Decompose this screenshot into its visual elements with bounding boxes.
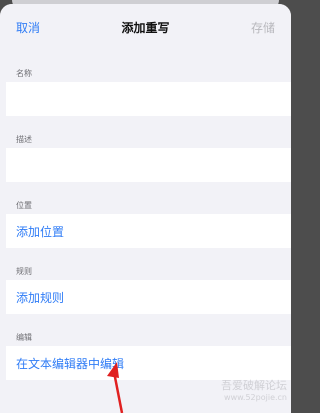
- edit-in-text-editor-button[interactable]: 在文本编辑器中编辑: [6, 346, 291, 380]
- section-label-edit: 编辑: [16, 333, 32, 342]
- page-title: 添加重写: [121, 21, 170, 35]
- section-label-rules: 规则: [16, 267, 32, 276]
- section-label-description: 描述: [16, 135, 32, 144]
- navigation-bar: 取消 添加重写 存储: [0, 4, 291, 50]
- save-button[interactable]: 存储: [251, 19, 275, 36]
- add-rewrite-sheet: 取消 添加重写 存储 名称 描述 位置 添加位置 规则 添加规则 编辑 在文本编…: [0, 4, 291, 413]
- description-field[interactable]: [6, 148, 291, 182]
- section-label-name: 名称: [16, 69, 32, 78]
- annotation-arrow-icon: [107, 362, 124, 413]
- add-rule-button[interactable]: 添加规则: [6, 280, 291, 314]
- watermark: 吾爱破解论坛 www.52pojie.cn: [169, 377, 287, 407]
- section-label-location: 位置: [16, 201, 32, 210]
- add-location-button[interactable]: 添加位置: [6, 214, 291, 248]
- name-field[interactable]: [6, 82, 291, 116]
- watermark-url: www.52pojie.cn: [224, 393, 287, 402]
- watermark-title: 吾爱破解论坛: [221, 379, 287, 392]
